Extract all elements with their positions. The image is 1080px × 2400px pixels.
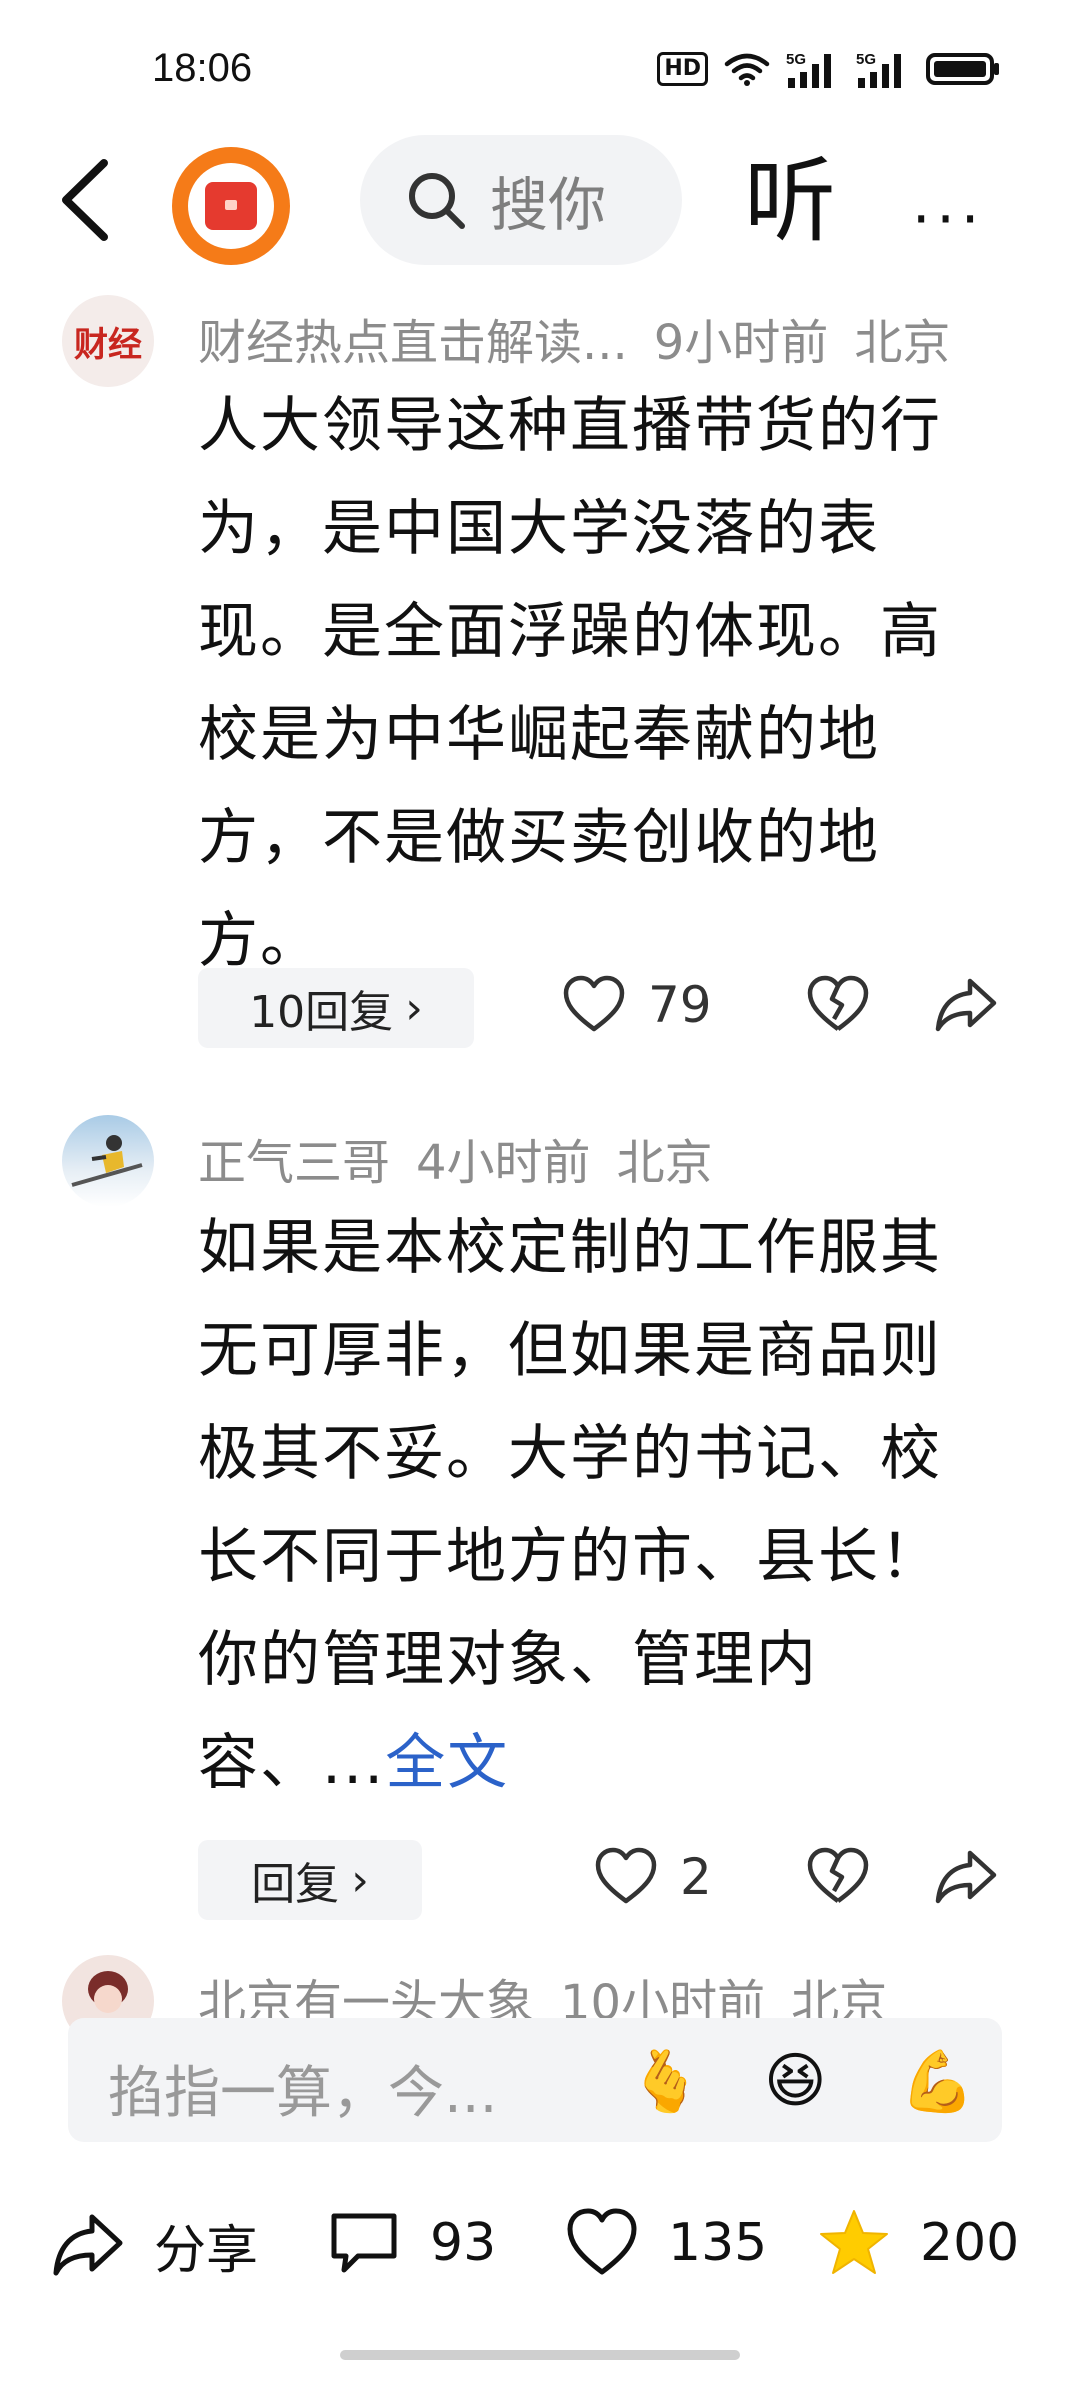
comment-time: 4小时前 <box>416 1135 591 1191</box>
share-button[interactable]: 分享 <box>52 2208 258 2283</box>
comment-time: 9小时前 <box>653 315 829 371</box>
finger-heart-emoji-button[interactable]: 🫰 <box>628 2046 703 2117</box>
top-nav-bar: 搜你 听 ··· <box>0 135 1080 265</box>
comment-input-placeholder: 掐指一算，今... <box>108 2061 498 2126</box>
svg-text:5G: 5G <box>786 51 806 68</box>
share-label: 分享 <box>154 2221 259 2281</box>
heart-icon <box>567 2208 637 2275</box>
search-placeholder: 搜你 <box>490 171 607 239</box>
account-avatar[interactable] <box>172 147 290 265</box>
like-article-button[interactable]: 135 <box>566 2208 767 2278</box>
like-count: 2 <box>680 1848 712 1906</box>
svg-text:5G: 5G <box>856 51 876 68</box>
star-icon <box>820 2210 888 2274</box>
share-arrow-icon <box>53 2214 123 2275</box>
comment-text-content: 如果是本校定制的工作服其无可厚非，但如果是商品则极其不妥。大学的书记、校长不同于… <box>198 1213 942 1798</box>
comment-author[interactable]: 财经热点直击解读... <box>198 315 628 371</box>
comment-meta: 正气三哥 4小时前 北京 <box>198 1123 739 1193</box>
listen-button[interactable]: 听 <box>744 147 836 257</box>
dislike-button[interactable] <box>806 975 870 1035</box>
status-icons: HD 5G 5G <box>657 50 1000 88</box>
heart-icon <box>595 1847 657 1904</box>
comment-location: 北京 <box>616 1135 713 1191</box>
comment-text[interactable]: 人大领导这种直播带货的行为，是中国大学没落的表现。是全面浮躁的体现。高校是为中华… <box>198 375 978 993</box>
like-button[interactable]: 2 <box>594 1847 712 1907</box>
chevron-right-icon: › <box>351 1854 369 1906</box>
heart-icon <box>563 975 625 1032</box>
share-arrow-icon <box>935 978 997 1032</box>
back-arrow-icon[interactable] <box>56 155 116 245</box>
bottom-action-bar: 分享 93 135 200 <box>0 2190 1080 2320</box>
flexed-arm-emoji-button[interactable]: 💪 <box>900 2046 975 2117</box>
share-comment-button[interactable] <box>934 1847 998 1907</box>
full-text-link[interactable]: 全文 <box>385 1728 509 1798</box>
comments-count: 93 <box>430 2213 497 2273</box>
home-indicator[interactable] <box>340 2350 740 2360</box>
reply-button[interactable]: 10回复 › <box>198 968 474 1048</box>
red-packet-icon <box>205 182 257 230</box>
favorite-button[interactable]: 200 <box>818 2208 1019 2278</box>
hd-voice-icon: HD <box>657 52 708 86</box>
comment-input[interactable]: 掐指一算，今... 🫰 😆 💪 <box>68 2018 1002 2142</box>
battery-icon <box>926 53 999 85</box>
share-arrow-icon <box>935 1850 997 1904</box>
broken-heart-icon <box>807 975 869 1031</box>
status-bar: 18:06 HD 5G 5G <box>0 0 1080 130</box>
comment-author[interactable]: 正气三哥 <box>198 1135 390 1191</box>
avatar-logo-text: 财经 <box>74 324 142 365</box>
comments-button[interactable]: 93 <box>328 2208 496 2278</box>
commenter-avatar[interactable]: 财经 <box>62 295 154 387</box>
wifi-icon <box>724 53 770 86</box>
reply-label: 回复 <box>251 1859 340 1910</box>
like-button[interactable]: 79 <box>562 975 712 1035</box>
signal-5g-icon: 5G <box>786 51 831 88</box>
comment-bubble-icon <box>331 2213 397 2273</box>
broken-heart-icon <box>807 1847 869 1903</box>
favorites-count: 200 <box>920 2213 1020 2273</box>
status-time: 18:06 <box>152 46 253 90</box>
search-box[interactable]: 搜你 <box>360 135 682 265</box>
likes-count: 135 <box>668 2213 768 2273</box>
skier-avatar-image <box>71 1135 143 1187</box>
commenter-avatar[interactable] <box>62 1115 154 1207</box>
signal-5g-secondary-icon: 5G <box>856 51 901 88</box>
like-count: 79 <box>648 976 712 1034</box>
chevron-right-icon: › <box>405 982 423 1034</box>
reply-button[interactable]: 回复 › <box>198 1840 422 1920</box>
comment-text[interactable]: 如果是本校定制的工作服其无可厚非，但如果是商品则极其不妥。大学的书记、校长不同于… <box>198 1197 978 1815</box>
reply-label: 10回复 <box>249 987 394 1038</box>
share-comment-button[interactable] <box>934 975 998 1035</box>
comment-location: 北京 <box>854 315 951 371</box>
more-options-button[interactable]: ··· <box>912 185 985 253</box>
laughing-emoji-button[interactable]: 😆 <box>764 2046 827 2116</box>
dislike-button[interactable] <box>806 1847 870 1907</box>
search-icon <box>409 173 465 229</box>
comment-meta: 财经热点直击解读... 9小时前 北京 <box>198 303 976 373</box>
